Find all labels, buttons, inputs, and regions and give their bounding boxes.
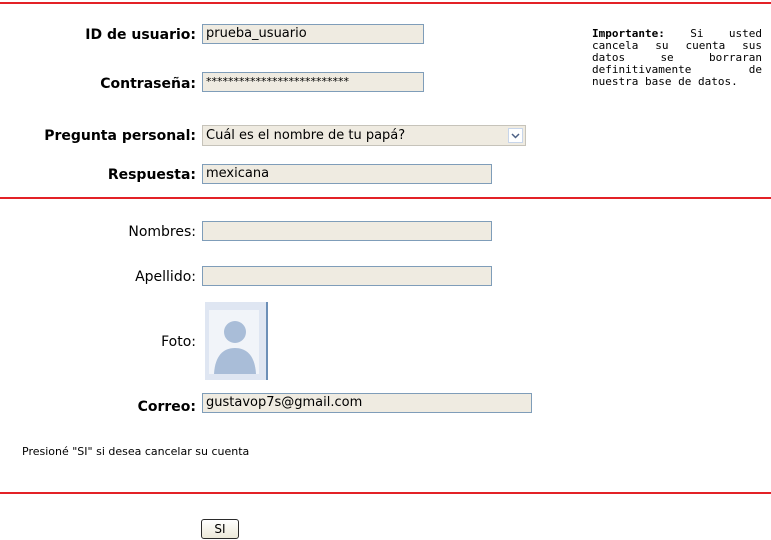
user-id-field[interactable]: prueba_usuario <box>202 24 424 44</box>
security-question-select[interactable]: Cuál es el nombre de tu papá? <box>202 125 526 146</box>
email-label: Correo: <box>137 399 196 415</box>
profile-photo[interactable] <box>205 302 268 380</box>
security-question-label: Pregunta personal: <box>44 128 196 144</box>
password-label: Contraseña: <box>100 76 196 92</box>
photo-label: Foto: <box>161 334 196 350</box>
confirm-cancel-button[interactable]: SI <box>201 519 239 539</box>
bottom-divider <box>0 492 771 494</box>
answer-label: Respuesta: <box>107 167 196 183</box>
email-field[interactable]: gustavop7s@gmail.com <box>202 393 532 413</box>
names-label: Nombres: <box>128 224 196 240</box>
names-field[interactable] <box>202 221 492 241</box>
password-field[interactable]: ************************** <box>202 72 424 92</box>
cancel-instructions: Presioné "SI" si desea cancelar su cuent… <box>22 445 250 458</box>
surname-label: Apellido: <box>135 269 196 285</box>
user-id-label: ID de usuario: <box>85 27 196 43</box>
answer-field[interactable]: mexicana <box>202 164 492 184</box>
surname-field[interactable] <box>202 266 492 286</box>
top-divider <box>0 2 771 4</box>
middle-divider <box>0 197 771 199</box>
important-notice: Importante: Si usted cancela su cuenta s… <box>592 28 762 88</box>
chevron-down-icon[interactable] <box>508 128 523 143</box>
security-question-value: Cuál es el nombre de tu papá? <box>206 128 406 143</box>
avatar-placeholder-icon <box>209 310 259 374</box>
